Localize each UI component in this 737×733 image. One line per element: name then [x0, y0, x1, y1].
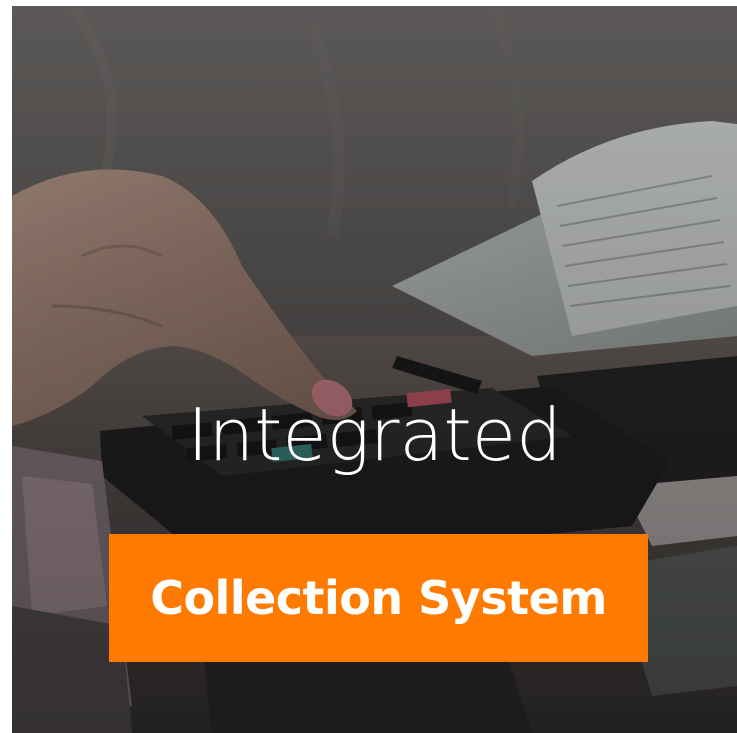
- collection-system-badge: Collection System: [109, 534, 648, 662]
- hero-banner: Integrated Collection System: [12, 6, 737, 733]
- headline-text: Integrated: [187, 393, 562, 477]
- badge-label: Collection System: [150, 571, 607, 625]
